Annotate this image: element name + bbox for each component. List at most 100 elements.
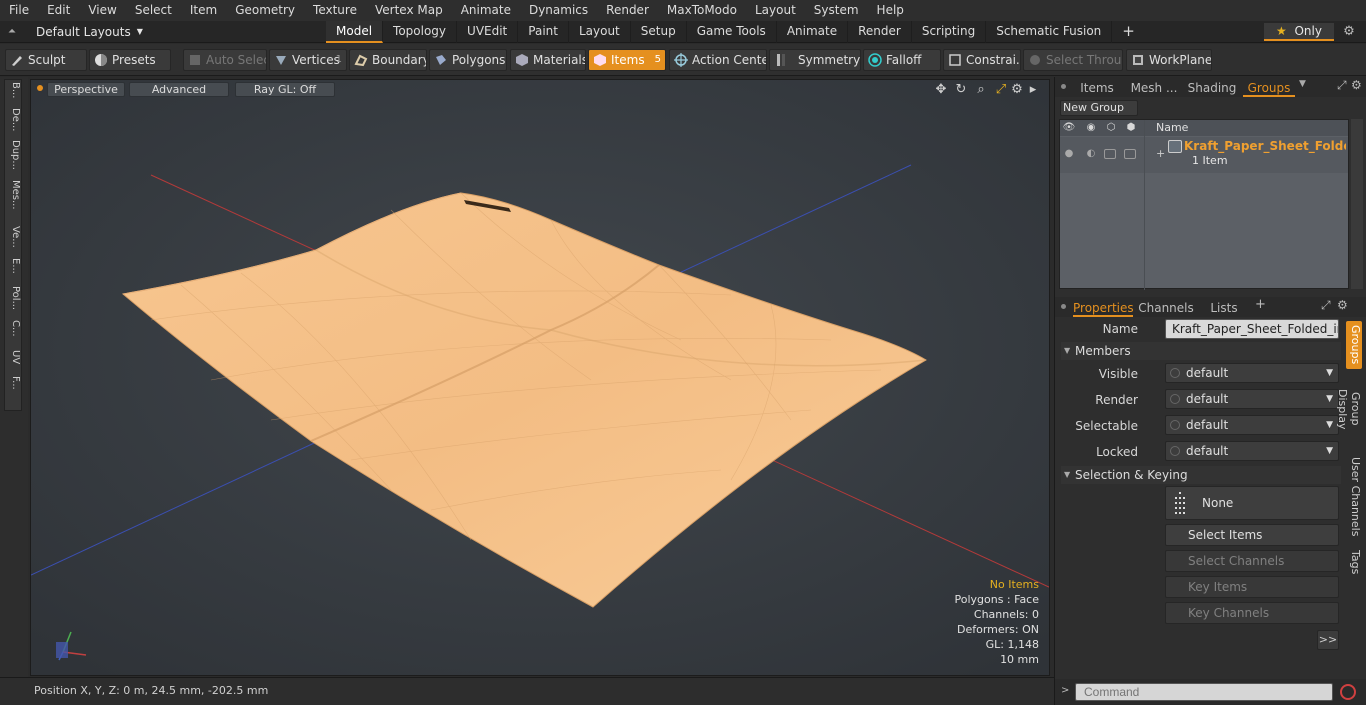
left-tab-9[interactable]: F... [5, 376, 23, 390]
row-select-checkbox[interactable] [1124, 149, 1136, 159]
menu-help[interactable]: Help [868, 0, 913, 21]
layout-tab-setup[interactable]: Setup [631, 21, 687, 43]
auto-select-button[interactable]: Auto Select [183, 49, 267, 71]
new-group-button[interactable]: New Group [1060, 100, 1138, 116]
expand-plus-icon[interactable]: + [1156, 147, 1165, 160]
locked-select[interactable]: default ▼ [1165, 441, 1339, 461]
layout-selector[interactable]: ⏶ Default Layouts ▼ [8, 21, 143, 43]
panel-menu-dot[interactable] [1061, 84, 1066, 89]
add-layout-tab-button[interactable]: + [1112, 21, 1145, 43]
command-input[interactable] [1075, 683, 1333, 701]
items-button[interactable]: Items 5 [588, 49, 666, 71]
command-expand-icon[interactable]: > [1061, 685, 1069, 696]
polygons-button[interactable]: Polygons [429, 49, 507, 71]
menu-system[interactable]: System [805, 0, 868, 21]
vertical-tab-groups[interactable]: Groups [1346, 321, 1362, 369]
select-icon[interactable]: ⬢ [1124, 121, 1138, 135]
layout-tab-scripting[interactable]: Scripting [912, 21, 987, 43]
none-selection-button[interactable]: None [1165, 486, 1339, 520]
vertical-tab-tags[interactable]: Tags [1346, 547, 1362, 577]
group-row[interactable]: ● ◐ + Kraft_Paper_Sheet_Folde ... 1 Item [1060, 137, 1348, 173]
layout-tab-paint[interactable]: Paint [518, 21, 569, 43]
vertices-button[interactable]: Vertices 1 [269, 49, 347, 71]
presets-button[interactable]: Presets [89, 49, 171, 71]
props-expand-icon[interactable]: ⤢ [1321, 298, 1331, 313]
left-tab-7[interactable]: C... [5, 320, 23, 337]
render-icon[interactable]: ◉ [1084, 121, 1098, 135]
menu-item[interactable]: Item [181, 0, 226, 21]
settings-icon[interactable]: ⚙ [1009, 82, 1025, 98]
left-tab-1[interactable]: De... [5, 108, 23, 131]
key-channels-button[interactable]: Key Channels [1165, 602, 1339, 624]
menu-view[interactable]: View [79, 0, 125, 21]
tabs-dropdown-icon[interactable]: ▼ [1299, 79, 1306, 89]
left-tab-8[interactable]: UV [5, 350, 23, 364]
layout-tab-layout[interactable]: Layout [569, 21, 631, 43]
symmetry-button[interactable]: Symmetry [769, 49, 861, 71]
select-channels-button[interactable]: Select Channels [1165, 550, 1339, 572]
left-tab-4[interactable]: Ve... [5, 226, 23, 248]
action-center-button[interactable]: Action Center [669, 49, 767, 71]
menu-file[interactable]: File [0, 0, 38, 21]
rotate-icon[interactable]: ↻ [953, 82, 969, 98]
render-select[interactable]: default ▼ [1165, 389, 1339, 409]
panel-tab-shading[interactable]: Shading [1185, 79, 1239, 97]
group-name[interactable]: Kraft_Paper_Sheet_Folde ... [1184, 139, 1346, 153]
layout-tab-game-tools[interactable]: Game Tools [687, 21, 777, 43]
menu-maxtomodo[interactable]: MaxToModo [658, 0, 746, 21]
move-icon[interactable]: ✥ [933, 82, 949, 98]
boundary-button[interactable]: Boundary [349, 49, 427, 71]
expand-icon[interactable]: ⤢ [1337, 78, 1347, 93]
left-tab-5[interactable]: E... [5, 258, 23, 274]
vertical-tab-user-channels[interactable]: User Channels [1346, 451, 1362, 543]
gear-icon[interactable]: ⚙ [1340, 23, 1358, 41]
menu-dynamics[interactable]: Dynamics [520, 0, 597, 21]
play-icon[interactable]: ▸ [1025, 82, 1041, 98]
only-button[interactable]: ★ Only [1264, 23, 1334, 41]
props-tab-lists[interactable]: Lists [1199, 299, 1249, 317]
add-tab-icon[interactable]: + [1255, 297, 1266, 312]
materials-button[interactable]: Materials [510, 49, 586, 71]
menu-edit[interactable]: Edit [38, 0, 79, 21]
group-name-field[interactable]: Kraft_Paper_Sheet_Folded_in_Fc [1165, 319, 1339, 339]
constraints-button[interactable]: Constrai... [943, 49, 1021, 71]
visibility-eye-icon[interactable]: 👁 [1062, 121, 1076, 135]
maximize-icon[interactable]: ⤢ [993, 82, 1009, 98]
menu-vertex-map[interactable]: Vertex Map [366, 0, 452, 21]
selection-keying-section-header[interactable]: ▼ Selection & Keying [1061, 466, 1341, 484]
row-eye-icon[interactable]: ● [1062, 147, 1076, 161]
sculpt-button[interactable]: Sculpt [5, 49, 87, 71]
groups-scrollbar[interactable] [1351, 119, 1363, 289]
props-tab-channels[interactable]: Channels [1137, 299, 1195, 317]
panel-tab-mesh[interactable]: Mesh ... [1127, 79, 1181, 97]
selectable-select[interactable]: default ▼ [1165, 415, 1339, 435]
layout-tab-schematic-fusion[interactable]: Schematic Fusion [986, 21, 1113, 43]
row-render-icon[interactable]: ◐ [1084, 147, 1098, 161]
menu-render[interactable]: Render [597, 0, 658, 21]
layout-tab-animate[interactable]: Animate [777, 21, 849, 43]
panel-tab-groups[interactable]: Groups [1243, 79, 1295, 97]
left-tab-0[interactable]: B... [5, 82, 23, 98]
left-tab-3[interactable]: Mes... [5, 180, 23, 210]
record-icon[interactable] [1340, 684, 1356, 700]
key-items-button[interactable]: Key Items [1165, 576, 1339, 598]
perspective-button[interactable]: Perspective [47, 82, 125, 97]
select-through-button[interactable]: Select Through [1023, 49, 1123, 71]
advanced-button[interactable]: Advanced [129, 82, 229, 97]
zoom-icon[interactable]: ⌕ [973, 82, 989, 98]
layout-tab-uvedit[interactable]: UVEdit [457, 21, 519, 43]
viewport-canvas[interactable] [31, 80, 1050, 676]
row-lock-checkbox[interactable] [1104, 149, 1116, 159]
3d-viewport[interactable]: Perspective Advanced Ray GL: Off ✥ ↻ ⌕ ⤢… [30, 79, 1050, 676]
props-menu-dot[interactable] [1061, 304, 1066, 309]
menu-select[interactable]: Select [126, 0, 181, 21]
members-section-header[interactable]: ▼ Members [1061, 342, 1341, 360]
left-tab-6[interactable]: Pol... [5, 286, 23, 310]
visible-select[interactable]: default ▼ [1165, 363, 1339, 383]
workplane-button[interactable]: WorkPlane [1126, 49, 1212, 71]
props-tab-properties[interactable]: Properties [1073, 299, 1134, 317]
more-button[interactable]: >> [1317, 630, 1339, 650]
layout-tab-model[interactable]: Model [326, 21, 384, 43]
left-tab-2[interactable]: Dup... [5, 140, 23, 170]
menu-animate[interactable]: Animate [452, 0, 520, 21]
